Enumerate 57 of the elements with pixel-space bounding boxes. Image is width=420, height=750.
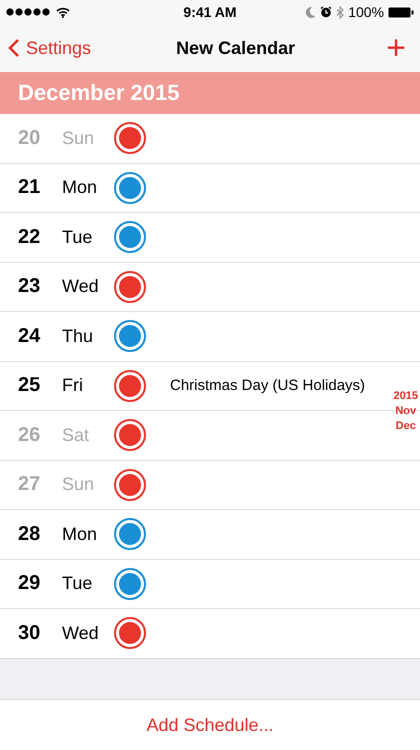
index-label[interactable]: Dec (396, 419, 416, 434)
day-row[interactable]: 23 Wed (0, 262, 420, 312)
calendar-dot (114, 468, 146, 501)
alarm-icon (320, 6, 332, 18)
calendar-dot (114, 320, 146, 352)
add-button[interactable]: + (380, 31, 412, 65)
back-button[interactable]: Settings (8, 38, 92, 58)
moon-icon (305, 6, 316, 18)
day-number: 25 (18, 374, 42, 398)
calendar-dot (114, 270, 146, 303)
calendar-dot (114, 568, 146, 600)
status-time: 9:41 AM (182, 4, 238, 20)
day-number: 21 (18, 176, 42, 200)
day-number: 26 (18, 424, 42, 447)
calendar-dot (114, 122, 146, 154)
day-row[interactable]: 20 Sun (0, 114, 420, 164)
day-number: 29 (18, 572, 42, 596)
day-number: 27 (18, 473, 42, 496)
day-row[interactable]: 28 Mon (0, 510, 420, 560)
weekday-label: Wed (62, 622, 100, 644)
weekday-label: Mon (62, 177, 98, 198)
weekday-label: Sun (62, 128, 96, 149)
day-number: 23 (18, 275, 42, 298)
month-header: December 2015 (0, 72, 420, 114)
calendar-dot (114, 221, 146, 254)
calendar-dot (114, 172, 146, 204)
day-row[interactable]: 27 Sun (0, 460, 420, 510)
calendar-dot (114, 370, 146, 402)
event-title: Christmas Day (US Holidays) (170, 377, 366, 394)
day-row[interactable]: 24 Thu (0, 312, 420, 362)
index-label[interactable]: 2015 (394, 389, 418, 404)
day-number: 22 (18, 226, 42, 249)
weekday-label: Wed (62, 276, 100, 298)
day-row[interactable]: 21 Mon (0, 164, 420, 213)
weekday-label: Sat (62, 424, 90, 446)
weekday-label: Fri (62, 375, 84, 396)
calendar-dot (114, 518, 146, 550)
signal-icon (6, 8, 52, 16)
battery-icon (388, 6, 414, 18)
calendar-dot (114, 419, 146, 452)
weekday-label: Mon (62, 524, 98, 545)
nav-title: New Calendar (176, 38, 296, 58)
day-number: 20 (18, 126, 42, 150)
day-number: 24 (18, 324, 42, 348)
chevron-left-icon (8, 38, 20, 58)
weekday-label: Thu (62, 326, 94, 347)
battery-percent: 100% (348, 4, 384, 20)
weekday-label: Sun (62, 474, 96, 496)
wifi-icon (56, 6, 70, 18)
bluetooth-icon (336, 6, 344, 18)
day-number: 30 (18, 622, 42, 645)
weekday-label: Tue (62, 226, 94, 248)
day-row[interactable]: 29 Tue (0, 560, 420, 609)
day-number: 28 (18, 522, 42, 546)
calendar-dot (114, 617, 146, 650)
weekday-label: Tue (62, 573, 94, 594)
day-row[interactable]: 22 Tue (0, 213, 420, 262)
